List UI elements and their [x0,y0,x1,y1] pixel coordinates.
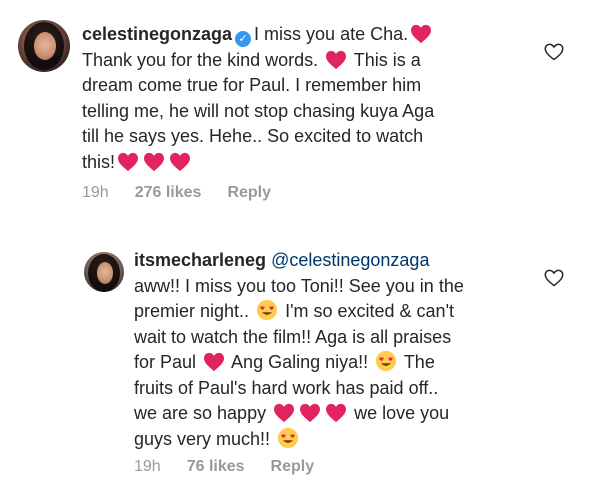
comment-line: we are so happy we love you [134,401,554,427]
comment-line: aww!! I miss you too Toni!! See you in t… [134,274,554,300]
comment-text-segment: we love you [349,403,450,423]
comment-text-segment: The [399,352,435,372]
comment-line: celestinegonzaga ✓ I miss you ate Cha. [82,22,542,48]
likes-count[interactable]: 276 likes [135,184,202,201]
red-heart-icon [117,152,139,172]
avatar[interactable] [18,20,70,72]
comment-text-segment: aww!! I miss you too Toni!! See you in t… [134,275,464,296]
comment-line: dream come true for Paul. I remember him [82,73,542,99]
avatar[interactable] [84,252,124,292]
comment-line: itsmecharleneg @celestinegonzaga [134,248,554,274]
comment-line: Thank you for the kind words. This is a [82,48,542,74]
comment-text-segment: Thank you for the kind words. [82,49,324,70]
comment-text-segment: this! [82,151,116,172]
red-heart-icon [169,152,191,172]
comment-line: guys very much!! [134,427,554,453]
comment-itsmecharleneg: itsmecharleneg @celestinegonzaga aww!! I… [0,230,600,500]
red-heart-icon [325,403,347,423]
heart-eyes-emoji-icon [277,427,299,449]
comment-text-segment: till he says yes. Hehe.. So excited to w… [82,126,424,146]
verified-badge-icon: ✓ [235,31,252,47]
reply-button[interactable]: Reply [271,458,315,475]
mention-link[interactable]: @celestinegonzaga [271,250,429,270]
comment-text-segment: dream come true for Paul. I remember him [82,75,422,95]
comment-text-segment: for Paul [134,352,202,372]
comment-line: for Paul Ang Galing niya!! The [134,350,554,376]
red-heart-icon [325,50,347,70]
red-heart-icon [203,352,225,372]
comment-text-segment: guys very much!! [134,428,276,449]
comment-line: till he says yes. Hehe.. So excited to w… [82,124,542,150]
heart-outline-icon[interactable] [544,42,564,62]
comment-line: this! [82,150,542,176]
comment-text-segment: I'm so excited & can't [280,301,455,321]
reply-button[interactable]: Reply [227,184,271,201]
comment-text-segment: This is a [349,49,421,70]
red-heart-icon [410,24,432,44]
likes-count[interactable]: 76 likes [187,458,245,475]
comment-text-segment: premier night.. [134,301,255,321]
comment-line: fruits of Paul's hard work has paid off.… [134,376,554,402]
timestamp: 19h [134,458,161,475]
comment-line: telling me, he will not stop chasing kuy… [82,99,542,125]
red-heart-icon [273,403,295,423]
heart-eyes-emoji-icon [375,350,397,372]
comment-line: premier night.. I'm so excited & can't [134,299,554,325]
username[interactable]: itsmecharleneg [134,250,266,270]
comment-text-segment: I miss you ate Cha. [254,24,409,44]
comment-text-segment: telling me, he will not stop chasing kuy… [82,100,435,121]
timestamp: 19h [82,184,109,201]
heart-eyes-emoji-icon [256,299,278,321]
comment-text: itsmecharleneg @celestinegonzaga aww!! I… [134,248,554,452]
comment-meta: 19h 76 likes Reply [134,458,340,476]
comment-line: wait to watch the film!! Aga is all prai… [134,325,554,351]
red-heart-icon [299,403,321,423]
comment-text: celestinegonzaga ✓ I miss you ate Cha. Tha… [82,22,542,175]
comment-text-segment: Ang Galing niya!! [227,352,374,372]
username[interactable]: celestinegonzaga [82,24,232,44]
comment-text-segment: we are so happy [134,403,272,423]
comment-celestinegonzaga: celestinegonzaga ✓ I miss you ate Cha. Tha… [0,0,600,215]
heart-outline-icon[interactable] [544,268,564,288]
comment-text-segment: fruits of Paul's hard work has paid off.… [134,377,439,398]
comment-text-segment: wait to watch the film!! Aga is all prai… [134,326,452,347]
comment-meta: 19h 276 likes Reply [82,184,297,202]
red-heart-icon [143,152,165,172]
